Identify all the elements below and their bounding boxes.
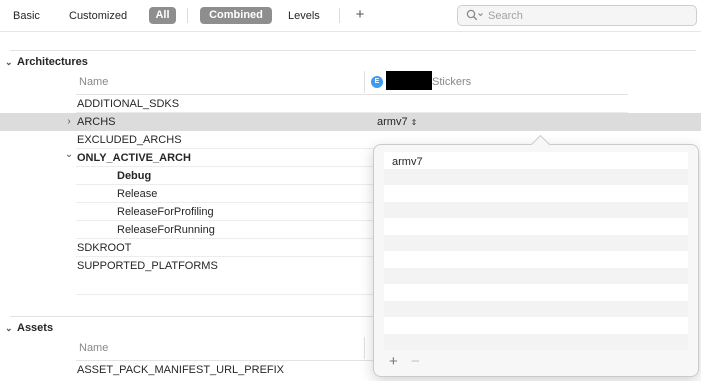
section-title: Assets xyxy=(17,322,54,334)
configuration-name: Debug xyxy=(117,170,152,182)
collapse-triangle-icon[interactable]: ⌄ xyxy=(64,146,74,164)
target-column-header[interactable]: Stickers xyxy=(432,71,471,93)
basic-tab[interactable]: Basic xyxy=(13,8,40,24)
empty-list-row xyxy=(384,267,688,284)
search-icon xyxy=(466,9,483,21)
add-setting-button[interactable]: + xyxy=(354,5,366,25)
empty-list-row xyxy=(384,168,688,185)
archs-value-popup[interactable]: armv7 ⇕ xyxy=(377,113,417,131)
configuration-name: ReleaseForRunning xyxy=(117,224,215,236)
toolbar-divider xyxy=(339,8,340,23)
customized-tab[interactable]: Customized xyxy=(69,8,127,24)
redacted-target-name xyxy=(386,71,432,90)
setting-name: ONLY_ACTIVE_ARCH xyxy=(77,152,191,164)
all-tab[interactable]: All xyxy=(149,7,176,24)
section-title: Architectures xyxy=(17,56,88,68)
setting-name: ASSET_PACK_MANIFEST_URL_PREFIX xyxy=(77,364,285,376)
empty-list-row xyxy=(384,317,688,334)
disclosure-triangle-icon[interactable]: ⌄ xyxy=(5,55,17,69)
archs-editor-popover: armv7 + − xyxy=(373,144,699,377)
setting-name: SUPPORTED_PLATFORMS xyxy=(77,260,218,272)
setting-name: SDKROOT xyxy=(77,242,132,254)
updown-chevron-icon: ⇕ xyxy=(410,118,418,127)
configuration-name: ReleaseForProfiling xyxy=(117,206,214,218)
name-column-header[interactable]: Name xyxy=(79,337,108,359)
disclosure-triangle-icon[interactable]: ⌄ xyxy=(5,321,17,335)
empty-list-row xyxy=(384,251,688,268)
assets-section-header[interactable]: ⌄ Assets xyxy=(5,321,53,335)
popover-arrow xyxy=(529,133,551,145)
setting-name: ADDITIONAL_SDKS xyxy=(77,98,180,110)
empty-list-row xyxy=(384,218,688,235)
setting-row[interactable]: ADDITIONAL_SDKS xyxy=(0,95,701,113)
setting-value: armv7 xyxy=(377,116,408,128)
list-item[interactable]: armv7 xyxy=(384,152,688,169)
toolbar-divider-line xyxy=(0,31,701,32)
empty-list-row xyxy=(384,284,688,301)
setting-name: ARCHS xyxy=(77,116,116,128)
architectures-section-header[interactable]: ⌄ Architectures xyxy=(5,55,88,69)
setting-row-selected[interactable]: › ARCHS armv7 ⇕ xyxy=(0,113,701,131)
empty-list-row xyxy=(384,201,688,218)
empty-list-row xyxy=(384,300,688,317)
empty-list-row xyxy=(384,333,688,350)
combined-tab[interactable]: Combined xyxy=(200,7,272,24)
extension-target-icon: E xyxy=(371,76,383,88)
search-field[interactable] xyxy=(457,5,697,26)
setting-name: EXCLUDED_ARCHS xyxy=(77,134,182,146)
section-divider xyxy=(10,50,696,51)
settings-filter-bar: Basic Customized All Combined Levels + xyxy=(0,0,701,31)
name-column-header[interactable]: Name xyxy=(79,71,108,93)
column-divider xyxy=(364,71,365,93)
toolbar-divider xyxy=(187,8,188,23)
remove-item-button[interactable]: − xyxy=(411,354,420,370)
configuration-name: Release xyxy=(117,188,158,200)
search-input[interactable] xyxy=(488,6,688,25)
archs-value-list[interactable]: armv7 xyxy=(384,152,688,350)
add-item-button[interactable]: + xyxy=(389,354,398,370)
column-divider xyxy=(364,337,365,359)
empty-list-row xyxy=(384,185,688,202)
levels-tab[interactable]: Levels xyxy=(288,8,320,24)
expand-triangle-icon[interactable]: › xyxy=(64,113,74,131)
empty-list-row xyxy=(384,234,688,251)
